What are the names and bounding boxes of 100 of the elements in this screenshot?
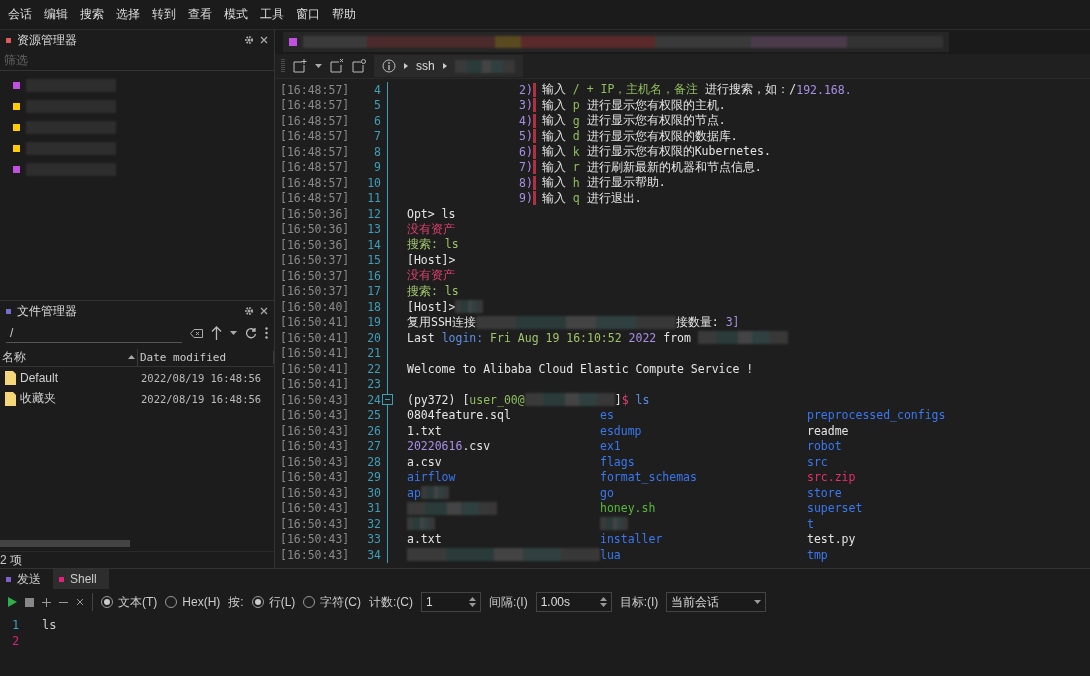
scrollbar[interactable] xyxy=(0,540,130,547)
terminal-text: user_00@ xyxy=(469,392,525,407)
file-name[interactable]: 收藏夹 xyxy=(20,390,56,407)
timestamp: [16:50:36] xyxy=(279,237,351,252)
target-dropdown[interactable]: 当前会话 xyxy=(666,592,767,612)
menu-item[interactable]: 会话 xyxy=(4,4,36,25)
radio-label[interactable]: Hex(H) xyxy=(182,595,221,609)
terminal-text: flags xyxy=(600,454,635,469)
settings-icon[interactable] xyxy=(244,306,254,316)
folder-icon xyxy=(5,370,16,385)
menu-item[interactable]: 查看 xyxy=(184,4,216,25)
menu-item[interactable]: 搜索 xyxy=(76,4,108,25)
tab-marker-icon xyxy=(289,38,297,46)
timestamp: [16:50:37] xyxy=(279,268,351,283)
terminal-text: login: xyxy=(441,330,484,345)
column-header[interactable]: 名称 xyxy=(0,348,138,366)
line-number: 20 xyxy=(366,330,381,345)
timestamp: [16:50:43] xyxy=(279,439,351,454)
menu-item[interactable]: 窗口 xyxy=(292,4,324,25)
new-tab-icon[interactable] xyxy=(293,59,307,73)
terminal-text: es xyxy=(600,408,614,423)
add-icon[interactable] xyxy=(42,597,51,607)
caret-icon[interactable] xyxy=(754,600,762,604)
terminal-text: t xyxy=(807,516,814,531)
settings-icon[interactable] xyxy=(244,35,254,45)
menu-item[interactable]: 帮助 xyxy=(328,4,360,25)
fold-icon[interactable] xyxy=(382,394,393,405)
spinner-arrows-icon[interactable] xyxy=(469,597,476,607)
terminal-text: .csv xyxy=(462,439,491,454)
file-name[interactable]: Default xyxy=(20,370,59,385)
terminal-text: 进行搜索，如：/ xyxy=(704,82,797,98)
menu-item[interactable]: 转到 xyxy=(148,4,180,25)
path-field[interactable]: / xyxy=(6,323,182,343)
up-arrow-icon[interactable] xyxy=(211,326,222,340)
timestamp: [16:50:43] xyxy=(279,470,351,485)
panel-tab[interactable]: 发送 xyxy=(0,569,53,589)
terminal-text: ] xyxy=(614,392,622,407)
field-label: 目标:(I) xyxy=(619,593,659,611)
clear-icon[interactable] xyxy=(190,328,203,338)
radio-label[interactable]: 文本(T) xyxy=(118,593,158,611)
breadcrumb-item[interactable]: ssh xyxy=(416,59,435,73)
info-icon[interactable] xyxy=(382,59,396,73)
caret-icon[interactable] xyxy=(230,331,237,335)
radio-label[interactable]: 字符(C) xyxy=(320,593,361,611)
timestamp: [16:48:57] xyxy=(279,144,351,159)
panel-tab[interactable]: Shell xyxy=(53,569,109,589)
tab-options-icon[interactable] xyxy=(352,59,366,73)
terminal-text: ap xyxy=(407,485,421,500)
terminal-text: 没有资产 xyxy=(407,268,455,284)
clear-icon[interactable] xyxy=(76,598,84,606)
terminal-text: r xyxy=(572,160,580,175)
terminal-text: h xyxy=(572,175,580,190)
redacted-text xyxy=(454,59,515,73)
line-number: 7 xyxy=(373,129,381,144)
terminal-text: 复用SSH连接 xyxy=(407,314,476,330)
close-icon[interactable] xyxy=(260,36,268,44)
timestamp: [16:50:43] xyxy=(279,392,351,407)
timestamp: [16:48:57] xyxy=(279,175,351,190)
terminal-text: 进行显示您有权限的主机. xyxy=(585,97,726,113)
interval-spinbox[interactable]: 1.00s xyxy=(535,592,612,612)
refresh-icon[interactable] xyxy=(245,327,257,339)
terminal-text: src.zip xyxy=(807,470,856,485)
more-icon[interactable] xyxy=(265,327,268,339)
line-number: 28 xyxy=(366,454,381,469)
terminal-text: Welcome to Alibaba Cloud Elastic Compute Service ! xyxy=(407,361,754,376)
panel-title: 文件管理器 xyxy=(17,302,78,320)
menu-item[interactable]: 选择 xyxy=(112,4,144,25)
line-number: 25 xyxy=(366,408,381,423)
menu-item[interactable]: 编辑 xyxy=(40,4,72,25)
timestamp: [16:50:36] xyxy=(279,206,351,221)
column-header[interactable]: Date modified xyxy=(138,350,274,364)
terminal-text: installer xyxy=(600,532,663,547)
menu-item[interactable]: 工具 xyxy=(256,4,288,25)
caret-icon[interactable] xyxy=(315,64,322,68)
panel-title: 资源管理器 xyxy=(17,31,78,49)
menu-item[interactable]: 模式 xyxy=(220,4,252,25)
timestamp: [16:50:41] xyxy=(279,315,351,330)
terminal-text: 6) xyxy=(519,144,536,159)
terminal-text: ls xyxy=(634,392,650,407)
terminal-text: 192.168. xyxy=(796,82,852,97)
terminal-text: 进行显示帮助. xyxy=(585,175,666,191)
stop-icon[interactable] xyxy=(25,597,34,607)
terminal-text: go xyxy=(600,485,614,500)
line-number: 30 xyxy=(366,485,381,500)
terminal-text: $ xyxy=(621,392,629,407)
close-icon[interactable] xyxy=(260,307,268,315)
count-spinbox[interactable]: 1 xyxy=(421,592,481,612)
terminal-text: 输入 xyxy=(541,128,567,144)
line-number: 22 xyxy=(366,361,381,376)
terminal-text: 输入 xyxy=(541,175,567,191)
line-number: 24 xyxy=(366,392,381,407)
line-number: 14 xyxy=(366,237,381,252)
close-tab-icon[interactable] xyxy=(330,59,344,73)
line-number: 11 xyxy=(366,191,381,206)
drag-handle-icon[interactable] xyxy=(281,59,285,73)
spinner-arrows-icon[interactable] xyxy=(599,597,607,607)
field-label: 按: xyxy=(228,593,244,611)
radio-label[interactable]: 行(L) xyxy=(268,593,296,611)
play-icon[interactable] xyxy=(8,597,17,607)
line-number: 1 xyxy=(11,618,21,632)
